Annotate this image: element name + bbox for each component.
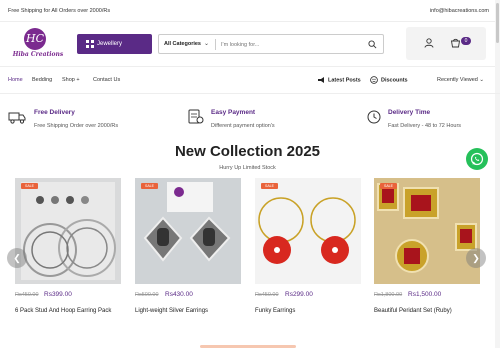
price: Rs399.00 — [44, 291, 72, 298]
user-icon[interactable] — [424, 38, 434, 48]
megaphone-icon — [318, 77, 324, 83]
feature-easy-payment: Easy Payment Different payment option's — [187, 106, 327, 136]
search-input[interactable] — [221, 40, 361, 49]
chevron-right-icon: ❯ — [472, 253, 480, 263]
chevron-left-icon: ❮ — [13, 253, 21, 263]
product-image[interactable] — [374, 178, 480, 284]
latest-posts-label: Latest Posts — [328, 77, 361, 84]
search-bar: All Categories ⌄ — [158, 34, 384, 54]
price: Rs430.00 — [165, 291, 193, 298]
chevron-down-icon[interactable]: ⌄ — [204, 40, 209, 47]
old-price: Rs1,800.00 — [374, 292, 403, 298]
sale-badge: SALE — [380, 183, 397, 189]
product-image[interactable] — [135, 178, 241, 284]
old-price: Rs450.00 — [15, 292, 39, 298]
price: Rs1,500.00 — [408, 291, 442, 298]
product-image[interactable] — [15, 178, 121, 284]
account-box: 0 — [406, 27, 486, 60]
contact-email[interactable]: info@hibacreations.com — [430, 8, 489, 14]
clock-icon — [367, 110, 381, 124]
discounts-link[interactable]: Discounts — [370, 76, 408, 84]
sale-badge: SALE — [21, 183, 38, 189]
discount-icon — [370, 76, 378, 84]
product-title[interactable]: Beautiful Peridant Set (Ruby) — [374, 308, 452, 314]
feature-desc: Free Shipping Order over 2000/Rs — [34, 123, 119, 129]
earring-hoops-image — [15, 178, 121, 284]
truck-icon — [8, 112, 26, 124]
price: Rs299.00 — [285, 291, 313, 298]
whatsapp-icon — [470, 152, 484, 166]
product-title[interactable]: Light-weight Silver Earrings — [135, 308, 208, 314]
silver-earrings-image — [135, 178, 241, 284]
shipping-notice: Free Shipping for All Orders over 2000/R… — [8, 8, 111, 14]
ruby-set-image — [374, 178, 480, 284]
whatsapp-button[interactable] — [466, 148, 488, 170]
product-title[interactable]: Funky Earrings — [255, 308, 295, 314]
funky-earrings-image — [255, 178, 361, 284]
main-nav: Home Bedding Shop + Contact Us Latest Po… — [0, 68, 500, 94]
sale-badge: SALE — [141, 183, 158, 189]
logo-mark: HC — [24, 28, 46, 50]
section-title: New Collection 2025 — [174, 143, 321, 160]
scrollbar-thumb[interactable] — [496, 3, 499, 43]
cart-icon[interactable] — [450, 38, 461, 48]
feature-desc: Different payment option's — [211, 123, 275, 129]
top-bar: Free Shipping for All Orders over 2000/R… — [0, 0, 500, 22]
feature-desc: Fast Delivery - 48 to 72 Hours — [388, 123, 462, 129]
search-icon[interactable] — [368, 40, 377, 49]
nav-item-contact[interactable]: Contact Us — [93, 77, 120, 83]
logo-name: Hiba Creations — [12, 51, 64, 58]
grid-icon — [86, 40, 94, 48]
category-button-label: Jewellery — [97, 41, 123, 47]
discounts-label: Discounts — [381, 77, 408, 84]
product-image[interactable] — [255, 178, 361, 284]
recently-viewed-label: Recently Viewed — [437, 77, 478, 83]
section-subtitle: Hurry Up Limited Stock — [219, 165, 276, 171]
category-select[interactable]: All Categories — [164, 41, 201, 47]
payment-icon — [188, 109, 204, 124]
scrollbar[interactable] — [495, 0, 500, 348]
category-button[interactable]: Jewellery — [77, 34, 152, 54]
carousel-next-button[interactable]: ❯ — [466, 248, 486, 268]
feature-title: Easy Payment — [211, 109, 256, 116]
product-title[interactable]: 6 Pack Stud And Hoop Earring Pack — [15, 308, 111, 314]
sale-badge: SALE — [261, 183, 278, 189]
old-price: Rs500.00 — [135, 292, 159, 298]
chevron-down-icon: ⌄ — [479, 77, 485, 83]
divider — [215, 39, 216, 50]
latest-posts-link[interactable]: Latest Posts — [317, 76, 361, 84]
cart-count-badge: 0 — [461, 37, 471, 45]
recently-viewed-dropdown[interactable]: Recently Viewed ⌄ — [437, 77, 484, 83]
feature-title: Delivery Time — [388, 109, 431, 116]
feature-title: Free Delivery — [34, 109, 75, 116]
site-logo[interactable]: HC Hiba Creations — [8, 28, 68, 62]
nav-item-home[interactable]: Home — [8, 77, 23, 83]
carousel-prev-button[interactable]: ❮ — [7, 248, 27, 268]
feature-delivery-time: Delivery Time Fast Delivery - 48 to 72 H… — [365, 106, 485, 136]
feature-free-delivery: Free Delivery Free Shipping Order over 2… — [8, 106, 148, 136]
nav-item-shop[interactable]: Shop + — [62, 77, 80, 83]
nav-item-bedding[interactable]: Bedding — [32, 77, 52, 83]
old-price: Rs450.00 — [255, 292, 279, 298]
